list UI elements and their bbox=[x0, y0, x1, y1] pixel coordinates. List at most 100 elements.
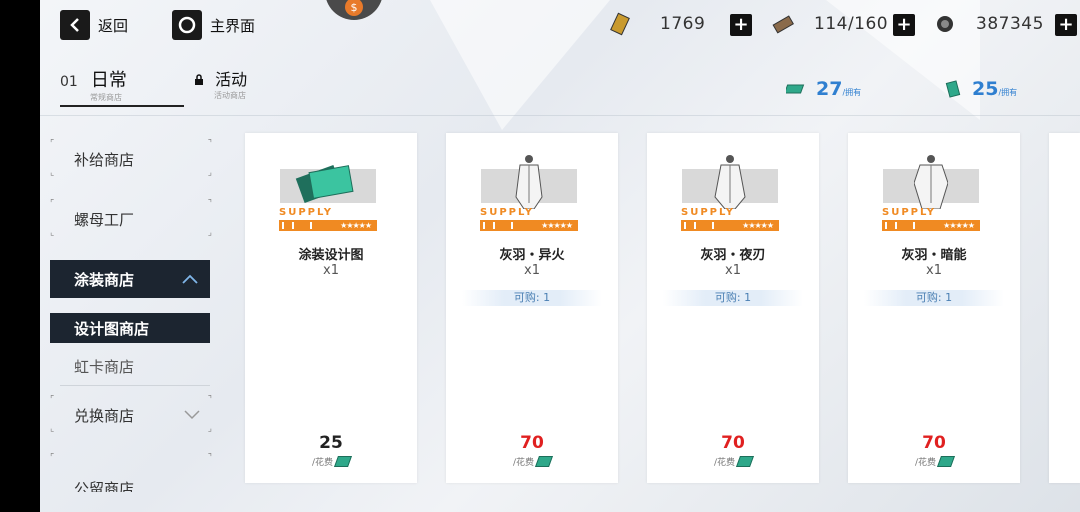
stamina-value: 1769 bbox=[660, 14, 706, 34]
green-ticket-icon bbox=[736, 456, 755, 467]
sidebar-item-label: 补给商店 bbox=[74, 150, 135, 169]
shop-card-skin-2[interactable]: SUPPLY ★★★★★ 灰羽・夜刃 x1 可购: 1 70 /花费 bbox=[647, 133, 819, 483]
item-name: 灰羽・异火 bbox=[499, 248, 565, 263]
bracket-corner: ⌟ bbox=[207, 424, 212, 434]
bracket-corner: ⌜ bbox=[50, 395, 55, 405]
chevron-down-icon bbox=[184, 410, 200, 420]
sidebar-separator bbox=[60, 385, 210, 386]
rarity-stars: ★★★★★ bbox=[742, 221, 774, 230]
bracket-corner: ⌝ bbox=[207, 453, 212, 463]
shop-card-skin-1[interactable]: SUPPLY ★★★★★ 灰羽・异火 x1 可购: 1 70 /花费 bbox=[446, 133, 618, 483]
cost-label: /花费 bbox=[512, 458, 535, 468]
green-ticket-icon bbox=[937, 456, 956, 467]
rarity-stars: ★★★★★ bbox=[340, 221, 372, 230]
sidebar-item-label: 设计图商店 bbox=[74, 319, 150, 338]
sidebar-item-partial[interactable]: ⌜ ⌝ 公留商店 bbox=[50, 452, 212, 493]
rarity-stars: ★★★★★ bbox=[943, 221, 975, 230]
back-label: 返回 bbox=[98, 16, 129, 35]
sidebar-item-label: 兑换商店 bbox=[74, 406, 135, 425]
cost-row: /花费 bbox=[848, 455, 1020, 468]
add-energy-button[interactable]: + bbox=[893, 14, 915, 36]
bracket-corner: ⌟ bbox=[207, 228, 212, 238]
green-ticket-icon bbox=[786, 84, 805, 94]
sidebar-item-coating-shop[interactable]: 涂装商店 bbox=[50, 260, 210, 298]
bracket-corner: ⌞ bbox=[50, 168, 55, 178]
cost-row: /花费 bbox=[245, 455, 417, 468]
coins-value: 387345 bbox=[976, 14, 1044, 34]
tab-daily[interactable]: 01 日常 常规商店 bbox=[60, 66, 127, 103]
rarity-bar: ★★★★★ bbox=[681, 220, 779, 231]
character-skin-icon bbox=[714, 155, 746, 209]
bracket-corner: ⌜ bbox=[50, 199, 55, 209]
green-card-icon bbox=[334, 456, 353, 467]
battery-icon bbox=[772, 15, 794, 34]
chevron-up-icon bbox=[182, 274, 198, 284]
rarity-stars: ★★★★★ bbox=[541, 221, 573, 230]
cost-row: /花费 bbox=[446, 455, 618, 468]
tab-number: 01 bbox=[60, 74, 78, 90]
sidebar-item-label: 螺母工厂 bbox=[74, 210, 135, 229]
resource-coins: 387345 bbox=[934, 12, 1044, 36]
sidebar-item-label: 涂装商店 bbox=[74, 270, 135, 289]
lock-icon bbox=[194, 70, 209, 89]
supply-label: SUPPLY bbox=[882, 207, 937, 218]
sidebar-item-label: 虹卡商店 bbox=[74, 357, 135, 376]
currency-ticket: 27 /拥有 bbox=[786, 78, 861, 100]
home-button[interactable]: 主界面 bbox=[172, 10, 255, 40]
currency-card: 25 /拥有 bbox=[944, 78, 1017, 100]
bracket-corner: ⌜ bbox=[50, 139, 55, 149]
item-quantity: x1 bbox=[524, 263, 540, 278]
back-button[interactable]: 返回 bbox=[60, 10, 128, 40]
bracket-corner: ⌟ bbox=[207, 168, 212, 178]
back-arrow-icon bbox=[60, 10, 90, 40]
green-card-icon bbox=[945, 80, 961, 98]
item-price: 70 bbox=[520, 433, 544, 453]
tab-daily-label: 日常 bbox=[90, 70, 127, 91]
badge-dot-icon: $ bbox=[345, 0, 363, 16]
tab-daily-sub: 常规商店 bbox=[90, 93, 122, 102]
sidebar-item-exchange-shop[interactable]: ⌜ ⌝ ⌞ ⌟ 兑换商店 bbox=[50, 394, 212, 436]
supply-label: SUPPLY bbox=[681, 207, 736, 218]
shop-card-blueprint[interactable]: SUPPLY ★★★★★ 涂装设计图 x1 25 /花费 bbox=[245, 133, 417, 483]
ticket-icon bbox=[610, 12, 630, 36]
left-black-strip bbox=[0, 0, 40, 512]
shop-card-partial[interactable] bbox=[1049, 133, 1080, 483]
tab-event-sub: 活动商店 bbox=[214, 91, 246, 100]
item-name: 涂装设计图 bbox=[298, 248, 364, 263]
resource-stamina: 1769 bbox=[608, 12, 705, 36]
tab-event-label: 活动 bbox=[215, 70, 248, 89]
item-name: 灰羽・暗能 bbox=[901, 248, 967, 263]
tab-event[interactable]: 活动 活动商店 bbox=[194, 66, 247, 101]
supply-label: SUPPLY bbox=[279, 207, 334, 218]
sidebar-item-supply-shop[interactable]: ⌜ ⌝ ⌞ ⌟ 补给商店 bbox=[50, 138, 212, 180]
green-ticket-icon bbox=[535, 456, 554, 467]
notification-badge[interactable]: $ bbox=[325, 0, 383, 20]
card-count: 25 bbox=[972, 78, 999, 100]
card-own-label: /拥有 bbox=[998, 88, 1018, 97]
ticket-count: 27 bbox=[816, 78, 843, 100]
cost-label: /花费 bbox=[713, 458, 736, 468]
rarity-bar: ★★★★★ bbox=[480, 220, 578, 231]
shop-card-skin-3[interactable]: SUPPLY ★★★★★ 灰羽・暗能 x1 可购: 1 70 /花费 bbox=[848, 133, 1020, 483]
add-stamina-button[interactable]: + bbox=[730, 14, 752, 36]
add-coins-button[interactable]: + bbox=[1055, 14, 1077, 36]
bracket-corner: ⌝ bbox=[207, 199, 212, 209]
item-quantity: x1 bbox=[725, 263, 741, 278]
purchase-limit: 可购: 1 bbox=[864, 290, 1004, 306]
rarity-bar: ★★★★★ bbox=[279, 220, 377, 231]
item-name: 灰羽・夜刃 bbox=[700, 248, 766, 263]
supply-label: SUPPLY bbox=[480, 207, 535, 218]
bracket-corner: ⌞ bbox=[50, 228, 55, 238]
item-quantity: x1 bbox=[323, 263, 339, 278]
blueprint-item-icon bbox=[295, 164, 354, 204]
sidebar-item-nut-factory[interactable]: ⌜ ⌝ ⌞ ⌟ 螺母工厂 bbox=[50, 198, 212, 240]
bracket-corner: ⌝ bbox=[207, 139, 212, 149]
bracket-corner: ⌝ bbox=[207, 395, 212, 405]
sidebar-item-rainbow-card-shop[interactable]: 虹卡商店 bbox=[50, 351, 210, 381]
character-skin-icon bbox=[515, 155, 543, 209]
coin-icon bbox=[937, 16, 953, 32]
divider bbox=[40, 115, 1080, 116]
character-skin-icon bbox=[914, 155, 948, 209]
sidebar-item-blueprint-shop[interactable]: 设计图商店 bbox=[50, 313, 210, 343]
rarity-bar: ★★★★★ bbox=[882, 220, 980, 231]
